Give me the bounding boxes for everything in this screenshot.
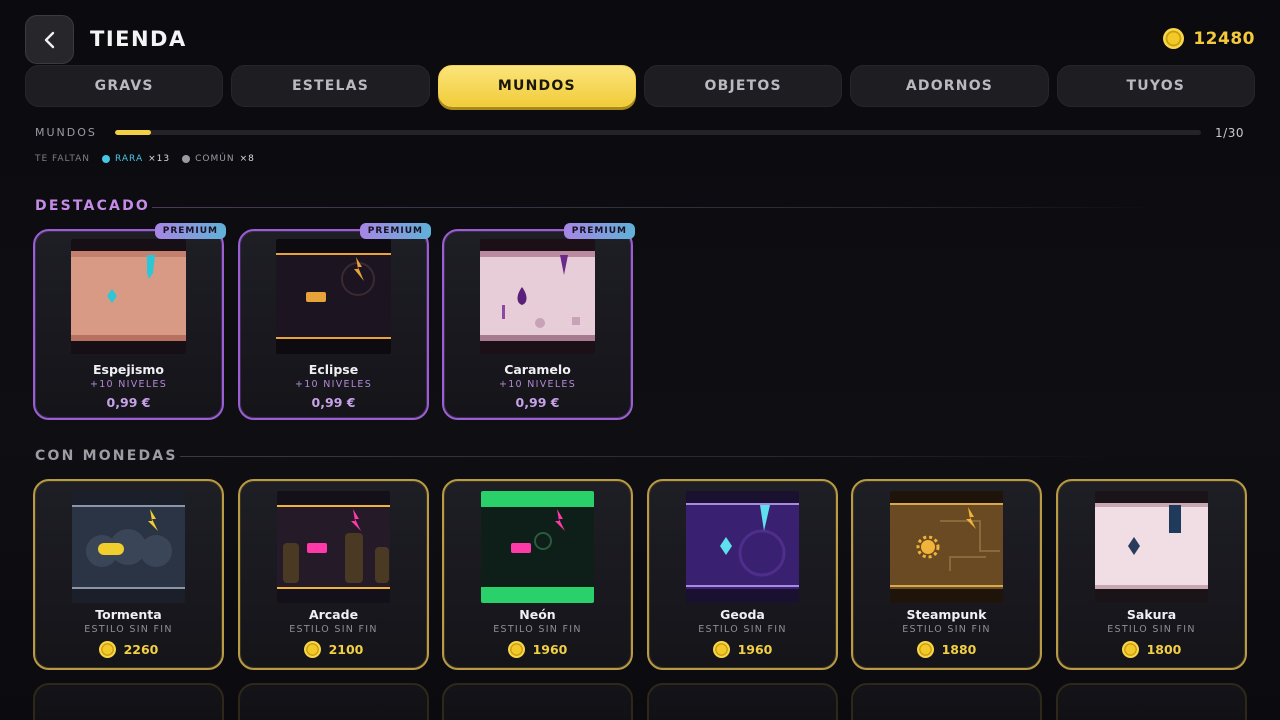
world-name: Espejismo — [92, 362, 165, 377]
world-card-partial[interactable] — [33, 683, 224, 720]
world-subtitle: ESTILO SIN FIN — [289, 624, 378, 635]
world-price-value: 2100 — [328, 642, 364, 657]
progress-bar — [115, 130, 1201, 135]
world-subtitle: +10 NIVELES — [294, 379, 373, 390]
world-price: 2260 — [35, 641, 222, 658]
world-thumbnail-neon — [481, 491, 594, 603]
world-subtitle: ESTILO SIN FIN — [902, 624, 991, 635]
world-name: Sakura — [1126, 607, 1177, 622]
world-subtitle: ESTILO SIN FIN — [493, 624, 582, 635]
coin-icon — [1163, 28, 1185, 49]
world-price: 1960 — [444, 641, 631, 658]
tab-gravs[interactable]: GRAVS — [25, 65, 224, 107]
tab-tuyos[interactable]: TUYOS — [1056, 65, 1255, 107]
common-count: ×8 — [239, 154, 255, 164]
world-price: 2100 — [240, 641, 427, 658]
chevron-left-icon — [44, 31, 54, 48]
tab-adornos[interactable]: ADORNOS — [850, 65, 1049, 107]
world-name: Caramelo — [504, 362, 571, 377]
world-price: 0,99 € — [106, 395, 151, 410]
common-label: COMÚN — [195, 154, 235, 164]
progress-count: 1/30 — [1215, 126, 1244, 140]
world-subtitle: +10 NIVELES — [89, 379, 168, 390]
premium-badge: PREMIUM — [563, 223, 635, 239]
rare-count: ×13 — [148, 154, 171, 164]
world-thumbnail-geoda — [686, 491, 799, 603]
world-name: Neón — [519, 607, 556, 622]
world-subtitle: ESTILO SIN FIN — [1107, 624, 1196, 635]
world-card-neon[interactable]: Neón ESTILO SIN FIN 1960 — [442, 479, 633, 670]
coin-icon — [98, 641, 116, 658]
world-card-geoda[interactable]: Geoda ESTILO SIN FIN 1960 — [647, 479, 838, 670]
category-tabs: GRAVS ESTELAS MUNDOS OBJETOS ADORNOS TUY… — [25, 65, 1255, 107]
world-card-steampunk[interactable]: Steampunk ESTILO SIN FIN 1880 — [851, 479, 1042, 670]
world-subtitle: ESTILO SIN FIN — [84, 624, 173, 635]
world-thumbnail-sakura — [1095, 491, 1208, 603]
featured-heading: DESTACADO — [35, 198, 150, 214]
world-price: 1800 — [1058, 641, 1245, 658]
common-dot-icon — [182, 155, 191, 163]
world-price-value: 1880 — [941, 642, 977, 657]
world-thumbnail-eclipse — [276, 239, 391, 354]
world-thumbnail-caramelo — [480, 239, 595, 354]
world-price-value: 1960 — [737, 642, 773, 657]
rare-dot-icon — [102, 155, 111, 163]
world-price: 0,99 € — [311, 395, 356, 410]
world-card-partial[interactable] — [647, 683, 838, 720]
world-card-sakura[interactable]: Sakura ESTILO SIN FIN 1800 — [1056, 479, 1247, 670]
world-price-value: 1960 — [532, 642, 568, 657]
world-price-value: 1800 — [1146, 642, 1182, 657]
coin-icon — [916, 641, 934, 658]
tab-mundos[interactable]: MUNDOS — [437, 65, 636, 107]
coin-icon — [303, 641, 321, 658]
world-price: 0,99 € — [515, 395, 560, 410]
world-card-partial[interactable] — [238, 683, 429, 720]
featured-divider — [152, 207, 1162, 208]
world-card-eclipse[interactable]: PREMIUM Eclipse +10 NIVELES 0,99 € — [238, 223, 431, 420]
world-card-espejismo[interactable]: PREMIUM Espejismo +10 NIVELES 0,99 € — [33, 223, 226, 420]
missing-label: TE FALTAN — [35, 154, 91, 164]
world-name: Geoda — [720, 607, 765, 622]
world-subtitle: ESTILO SIN FIN — [698, 624, 787, 635]
world-card-tormenta[interactable]: Tormenta ESTILO SIN FIN 2260 — [33, 479, 224, 670]
progress-fill — [115, 130, 152, 135]
progress-label: MUNDOS — [35, 126, 97, 139]
page-title: TIENDA — [90, 27, 187, 51]
world-thumbnail-espejismo — [71, 239, 186, 354]
world-thumbnail-tormenta — [72, 491, 185, 603]
coin-icon — [712, 641, 730, 658]
coin-section-heading: CON MONEDAS — [35, 448, 178, 464]
world-price: 1880 — [853, 641, 1040, 658]
world-card-partial[interactable] — [442, 683, 633, 720]
world-card-partial[interactable] — [1056, 683, 1247, 720]
missing-summary: TE FALTAN RARA ×13 COMÚN ×8 — [35, 154, 255, 164]
world-thumbnail-steampunk — [890, 491, 1003, 603]
world-subtitle: +10 NIVELES — [498, 379, 577, 390]
back-button[interactable] — [25, 15, 74, 64]
tab-estelas[interactable]: ESTELAS — [231, 65, 430, 107]
coin-icon — [1121, 641, 1139, 658]
premium-badge: PREMIUM — [154, 223, 226, 239]
coin-balance-value: 12480 — [1193, 28, 1255, 49]
world-name: Steampunk — [906, 607, 987, 622]
world-card-arcade[interactable]: Arcade ESTILO SIN FIN 2100 — [238, 479, 429, 670]
world-name: Arcade — [308, 607, 359, 622]
world-price-value: 2260 — [123, 642, 159, 657]
coin-section-divider — [180, 456, 1110, 457]
world-name: Eclipse — [308, 362, 359, 377]
world-card-caramelo[interactable]: PREMIUM Caramelo +10 NIVELES 0,99 € — [442, 223, 635, 420]
tab-objetos[interactable]: OBJETOS — [643, 65, 843, 107]
premium-badge: PREMIUM — [359, 223, 431, 239]
world-card-partial[interactable] — [851, 683, 1042, 720]
coin-balance: 12480 — [1163, 28, 1255, 49]
world-thumbnail-arcade — [277, 491, 390, 603]
rare-label: RARA — [115, 154, 144, 164]
world-name: Tormenta — [95, 607, 162, 622]
coin-icon — [507, 641, 525, 658]
world-price: 1960 — [649, 641, 836, 658]
